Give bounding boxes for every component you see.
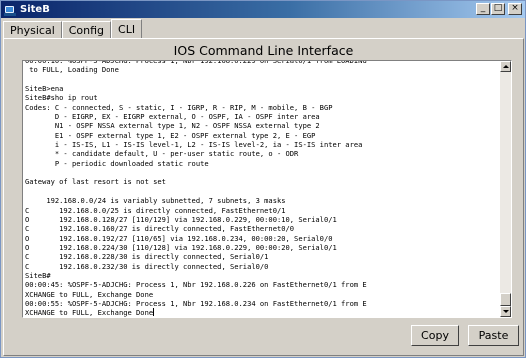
terminal-line: SiteB>ena	[25, 84, 64, 94]
terminal-line: O 192.168.0.192/27 [110/65] via 192.168.…	[25, 233, 333, 243]
cli-panel: IOS Command Line Interface 00:00:10: %OS…	[3, 38, 524, 356]
terminal-line: Gateway of last resort is not set	[25, 177, 166, 187]
router-icon	[4, 4, 16, 16]
minimize-button[interactable]: _	[476, 3, 490, 15]
scroll-thumb[interactable]	[500, 293, 511, 306]
terminal-line: 00:00:45: %OSPF-5-ADJCHG: Process 1, Nbr…	[25, 280, 367, 290]
tab-physical[interactable]: Physical	[3, 21, 62, 38]
terminal-line: Codes: C - connected, S - static, I - IG…	[25, 102, 333, 112]
panel-title: IOS Command Line Interface	[173, 43, 354, 58]
terminal-line: C 192.168.0.160/27 is directly connected…	[25, 224, 295, 234]
terminal-output[interactable]: 00:00:10: %OSPF-5-ADJCHG: Process 1, Nbr…	[25, 61, 499, 318]
terminal-line: P - periodic downloaded static route	[25, 158, 209, 168]
terminal-line: N1 - OSPF NSSA external type 1, N2 - OSP…	[25, 121, 320, 131]
scroll-down-button[interactable]	[500, 306, 511, 317]
text-cursor	[153, 308, 155, 317]
close-button[interactable]: ×	[508, 3, 522, 15]
copy-button[interactable]: Copy	[411, 325, 459, 346]
arrow-up-icon	[503, 65, 509, 68]
title-bar[interactable]: SiteB _ □ ×	[1, 1, 525, 18]
terminal-line: XCHANGE to FULL, Exchange Done	[25, 308, 155, 318]
scroll-up-button[interactable]	[500, 61, 511, 72]
terminal-line: 192.168.0.0/24 is variably subnetted, 7 …	[25, 196, 286, 206]
window-title: SiteB	[20, 4, 50, 15]
terminal-line: 00:00:55: %OSPF-5-ADJCHG: Process 1, Nbr…	[25, 298, 367, 308]
terminal-line: SiteB#	[25, 270, 51, 280]
arrow-down-icon	[503, 310, 509, 313]
tab-strip: Physical Config CLI	[3, 19, 143, 39]
cli-window: SiteB _ □ × Physical Config CLI IOS Comm…	[0, 0, 526, 358]
terminal-line: to FULL, Loading Done	[25, 65, 119, 75]
window-controls: _ □ ×	[476, 3, 522, 15]
minimize-icon: _	[480, 3, 486, 13]
maximize-icon: □	[493, 3, 503, 13]
terminal-line: C 192.168.0.0/25 is directly connected, …	[25, 205, 286, 215]
terminal-line: O 192.168.0.128/27 [110/129] via 192.168…	[25, 214, 337, 224]
terminal-line: D - EIGRP, EX - EIGRP external, O - OSPF…	[25, 112, 320, 122]
terminal-line: O 192.168.0.224/30 [110/128] via 192.168…	[25, 242, 337, 252]
terminal-line: SiteB#sho ip rout	[25, 93, 98, 103]
close-icon: ×	[511, 3, 519, 13]
paste-button[interactable]: Paste	[468, 325, 519, 346]
terminal-line: C 192.168.0.232/30 is directly connected…	[25, 261, 269, 271]
terminal-line: E1 - OSPF external type 1, E2 - OSPF ext…	[25, 130, 316, 140]
terminal-line: * - candidate default, U - per-user stat…	[25, 149, 299, 159]
tab-cli[interactable]: CLI	[111, 19, 143, 38]
terminal-line: i - IS-IS, L1 - IS-IS level-1, L2 - IS-I…	[25, 140, 363, 150]
tab-config[interactable]: Config	[61, 21, 112, 38]
terminal-line: C 192.168.0.228/30 is directly connected…	[25, 252, 269, 262]
maximize-button[interactable]: □	[491, 3, 505, 15]
cli-terminal[interactable]: 00:00:10: %OSPF-5-ADJCHG: Process 1, Nbr…	[22, 60, 512, 318]
terminal-line: XCHANGE to FULL, Exchange Done	[25, 289, 154, 299]
vertical-scrollbar[interactable]	[500, 61, 511, 317]
